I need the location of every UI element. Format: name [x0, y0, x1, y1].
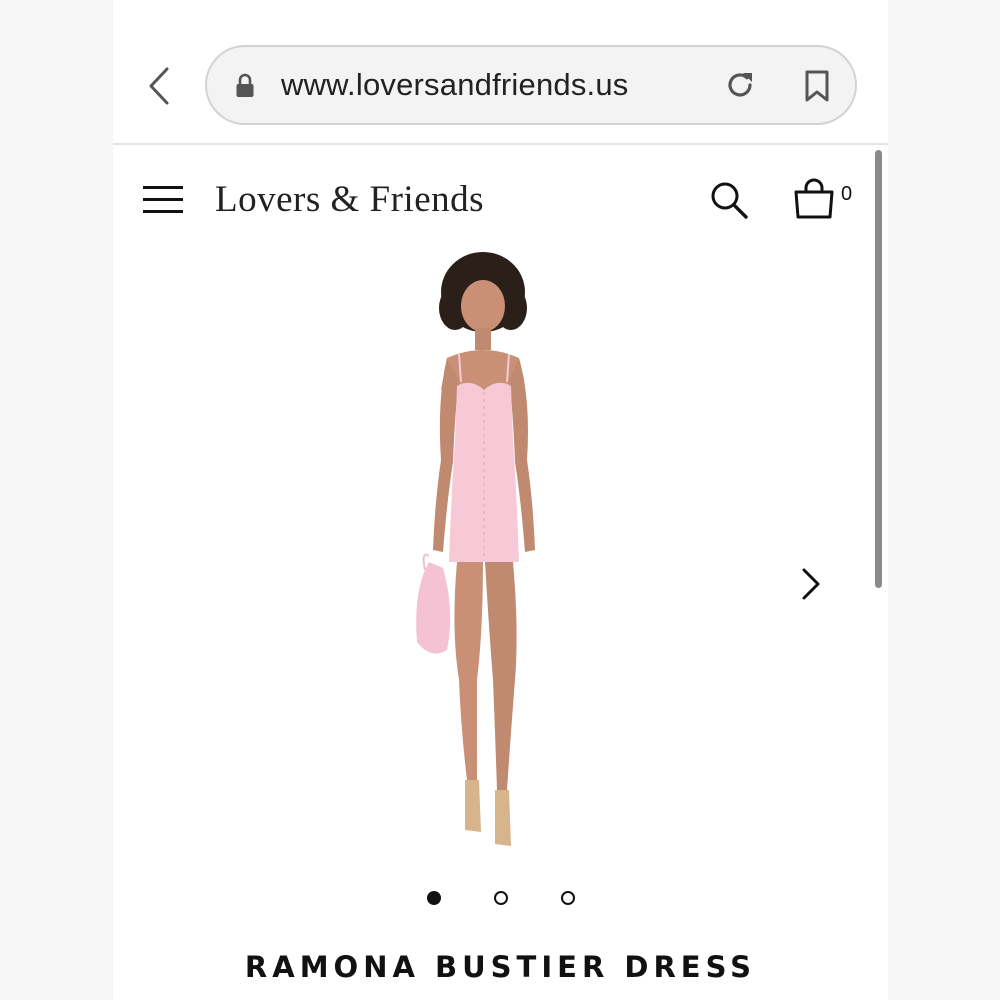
product-image[interactable] — [385, 250, 585, 860]
cart-count: 0 — [841, 183, 853, 205]
search-icon[interactable] — [709, 180, 749, 220]
back-button[interactable] — [141, 64, 177, 108]
carousel-dot-2[interactable] — [494, 891, 508, 905]
next-image-button[interactable] — [791, 562, 831, 606]
shopping-bag-icon[interactable] — [793, 178, 835, 220]
back-icon — [149, 67, 169, 105]
bookmark-icon[interactable] — [803, 69, 831, 103]
lock-icon — [236, 73, 254, 97]
page-scrollbar[interactable] — [875, 150, 882, 588]
address-bar[interactable]: www.loversandfriends.us — [205, 45, 857, 125]
site-header: Lovers & Friends 0 — [113, 145, 888, 255]
browser-toolbar: www.loversandfriends.us — [113, 0, 888, 145]
product-title: RAMONA BUSTIER DRESS — [244, 950, 757, 984]
chevron-right-icon — [802, 568, 820, 600]
carousel-dot-1[interactable] — [427, 891, 441, 905]
carousel-dots — [113, 890, 888, 910]
reload-icon[interactable] — [723, 68, 757, 102]
site-logo[interactable]: Lovers & Friends — [215, 178, 484, 221]
carousel-dot-3[interactable] — [561, 891, 575, 905]
phone-screen: www.loversandfriends.us Lovers & Friends… — [113, 0, 888, 1000]
url-text: www.loversandfriends.us — [281, 67, 629, 102]
menu-icon[interactable] — [143, 185, 183, 215]
